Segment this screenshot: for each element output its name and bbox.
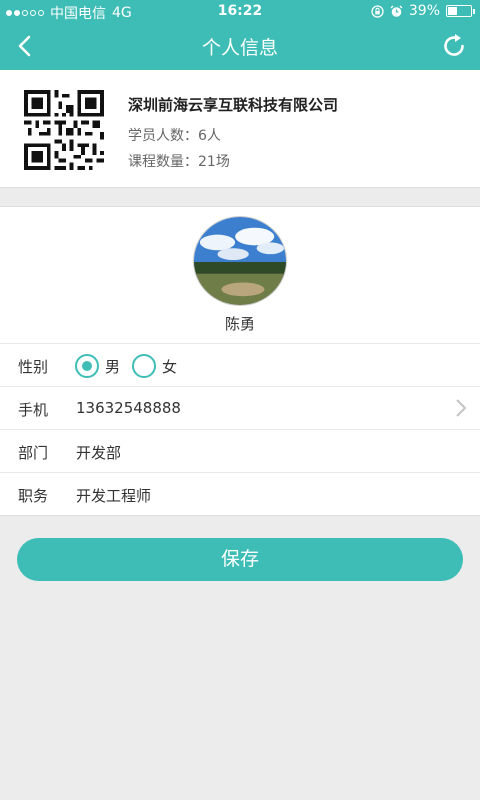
profile-section: 陈勇 性别 男 女 手机 13632548888 部门 开发部 职务 开发工程师 [0, 206, 480, 516]
gender-label: 性别 [18, 358, 49, 376]
avatar[interactable] [193, 216, 287, 306]
company-name: 深圳前海云享互联科技有限公司 [128, 96, 339, 114]
position-value: 开发工程师 [76, 487, 152, 505]
company-card: 深圳前海云享互联科技有限公司 学员人数：6人 课程数量：21场 [0, 70, 480, 188]
save-button[interactable]: 保存 [17, 538, 463, 581]
phone-value: 13632548888 [76, 399, 181, 417]
page-title: 个人信息 [201, 37, 278, 59]
status-right: 39% [371, 3, 475, 19]
refresh-icon[interactable] [438, 30, 470, 62]
chevron-right-icon [456, 399, 467, 417]
gender-female-label[interactable]: 女 [162, 356, 177, 377]
user-name: 陈勇 [224, 315, 255, 333]
status-bar: 中国电信 4G 16:22 39% [0, 0, 480, 22]
battery-icon [446, 5, 475, 17]
gender-row: 性别 男 女 [0, 343, 480, 386]
battery-percent: 39% [408, 3, 440, 19]
position-row: 职务 开发工程师 [0, 472, 480, 515]
department-label: 部门 [18, 444, 49, 462]
department-row: 部门 开发部 [0, 429, 480, 472]
alarm-icon [390, 5, 403, 17]
lock-rotation-icon [371, 4, 384, 18]
gender-male-label[interactable]: 男 [105, 356, 120, 377]
phone-label: 手机 [18, 401, 49, 419]
gender-male-radio[interactable] [75, 354, 99, 378]
department-value: 开发部 [76, 444, 122, 462]
qr-code-icon[interactable] [22, 90, 106, 170]
student-count: 学员人数：6人 [128, 128, 221, 144]
position-label: 职务 [18, 487, 49, 505]
phone-row[interactable]: 手机 13632548888 [0, 386, 480, 429]
course-count: 课程数量：21场 [128, 154, 230, 170]
gender-female-radio[interactable] [132, 354, 156, 378]
nav-bar: 个人信息 [0, 22, 480, 70]
